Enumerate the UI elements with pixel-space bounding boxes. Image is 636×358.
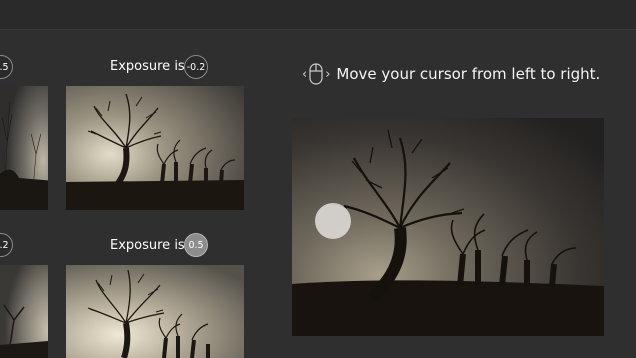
exposure-sample-thumbnail[interactable] xyxy=(0,86,48,210)
exposure-value-badge: 0.5 xyxy=(184,233,208,257)
top-bar xyxy=(0,0,636,30)
exposure-value-badge: 0.5 xyxy=(0,55,13,79)
exposure-label: Exposure is xyxy=(110,238,185,253)
exposure-value-badge: -0.2 xyxy=(184,55,208,79)
cursor-indicator[interactable] xyxy=(315,203,351,239)
exposure-sample-thumbnail[interactable] xyxy=(0,265,48,358)
exposure-value-badge: 0.2 xyxy=(0,233,13,257)
instruction: ‹ › Move your cursor from left to right. xyxy=(302,60,600,88)
exposure-sample-thumbnail[interactable] xyxy=(66,86,244,210)
mouse-body-icon xyxy=(309,63,323,85)
instruction-text: Move your cursor from left to right. xyxy=(336,65,601,83)
chevron-right-icon: › xyxy=(325,66,331,82)
exposure-sample-thumbnail[interactable] xyxy=(66,265,244,358)
mouse-icon: ‹ › xyxy=(302,63,330,85)
chevron-left-icon: ‹ xyxy=(302,66,308,82)
exposure-label: Exposure is xyxy=(110,59,185,74)
